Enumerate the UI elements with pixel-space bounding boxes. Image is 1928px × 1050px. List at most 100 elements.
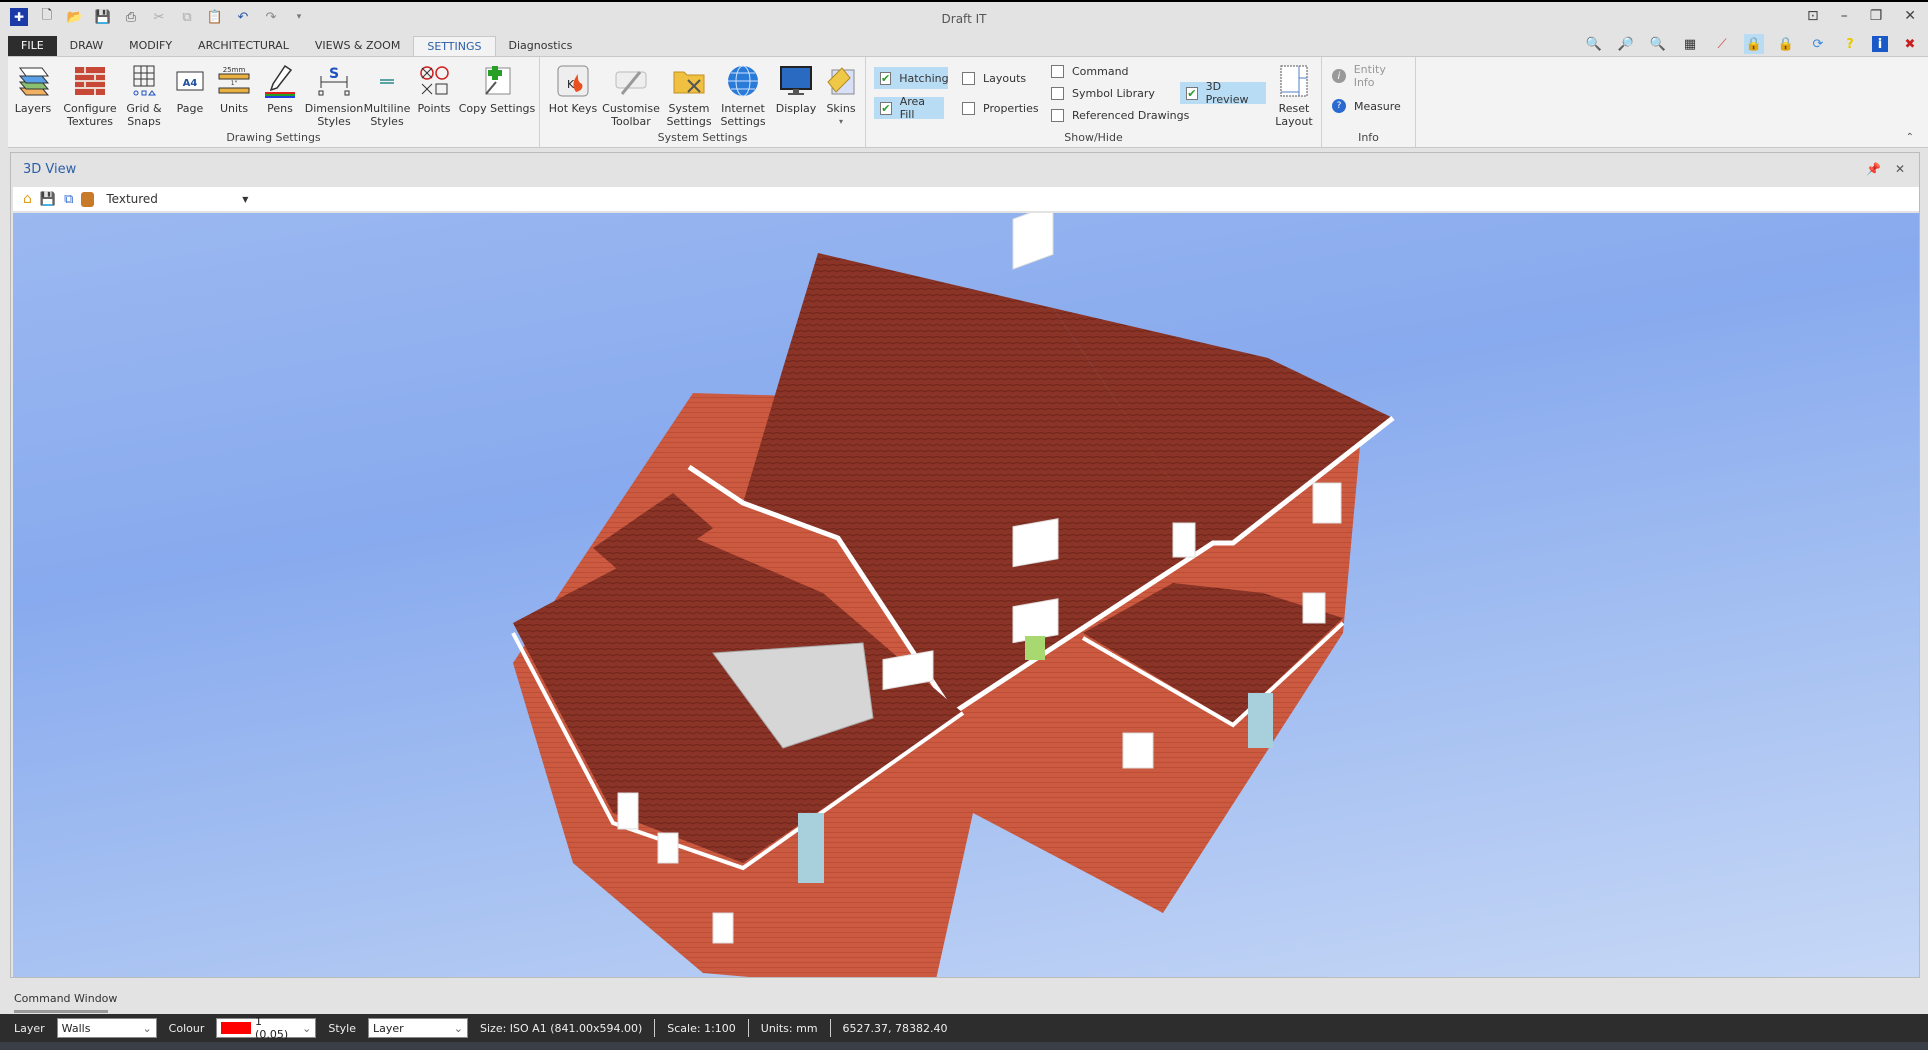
window-title: Draft IT — [941, 12, 987, 26]
referenced-drawings-label: Referenced Drawings — [1072, 108, 1190, 122]
house-3d-render — [511, 213, 1395, 977]
polar-lock-icon[interactable]: 🔒 — [1776, 34, 1796, 54]
colour-select[interactable]: 1 (0.05) ⌄ — [216, 1015, 317, 1041]
referenced-drawings-checkbox[interactable]: Referenced Drawings — [1045, 104, 1195, 126]
colour-value: 1 (0.05) — [255, 1015, 289, 1041]
style-chevron-icon: ⌄ — [453, 1021, 464, 1035]
3d-preview-checkbox[interactable]: ✔ 3D Preview — [1180, 80, 1266, 106]
dimension-styles-icon: S — [316, 63, 352, 99]
internet-settings-button[interactable]: Internet Settings — [716, 63, 770, 128]
hatching-checkbox[interactable]: ✔ Hatching — [874, 67, 949, 89]
tab-settings[interactable]: SETTINGS — [413, 36, 496, 56]
ortho-lock-icon[interactable]: 🔒 — [1744, 34, 1764, 54]
command-window-tab[interactable]: Command Window — [14, 992, 117, 1005]
zoom-all-icon[interactable]: 🔍 — [1648, 34, 1668, 54]
customise-toolbar-button[interactable]: Customise Toolbar — [602, 63, 660, 128]
layer-select[interactable]: Walls ⌄ — [56, 1018, 157, 1038]
pens-button[interactable]: Pens — [260, 63, 300, 115]
svg-text:25mm: 25mm — [223, 66, 246, 74]
texture-icon[interactable] — [81, 191, 95, 207]
hatching-check-icon: ✔ — [880, 71, 892, 85]
area-fill-checkbox[interactable]: ✔ Area Fill — [874, 95, 944, 121]
reset-layout-label: Reset Layout — [1275, 102, 1313, 128]
pens-label: Pens — [267, 102, 293, 115]
help-icon[interactable]: ? — [1840, 34, 1860, 54]
grid-snaps-button[interactable]: Grid & Snaps — [124, 63, 164, 128]
drawing-settings-group-label: Drawing Settings — [226, 131, 321, 144]
layouts-checkbox[interactable]: Layouts — [956, 67, 1032, 89]
chevron-down-icon: ▼ — [242, 194, 249, 204]
render-mode-dropdown[interactable]: Textured ▼ — [102, 189, 252, 209]
3d-preview-label: 3D Preview — [1205, 80, 1249, 106]
points-icon — [416, 63, 452, 99]
close-icon[interactable]: ✕ — [1904, 8, 1916, 24]
hot-keys-button[interactable]: K Hot Keys — [548, 63, 598, 115]
properties-box — [962, 101, 975, 115]
dimension-styles-label: Dimension Styles — [304, 102, 364, 128]
style-select[interactable]: Layer ⌄ — [368, 1018, 469, 1038]
system-settings-folder-icon — [671, 63, 707, 99]
tab-modify[interactable]: MODIFY — [116, 36, 185, 56]
copy-settings-button[interactable]: Copy Settings — [459, 63, 535, 115]
properties-checkbox[interactable]: Properties — [956, 97, 1045, 119]
pin-icon[interactable]: 📌 — [1866, 162, 1881, 176]
collapse-ribbon-icon[interactable]: ⌃ — [1906, 132, 1914, 143]
layers-button[interactable]: Layers — [14, 63, 52, 115]
grid-snaps-icon — [126, 63, 162, 99]
drawing-units: Units: mm — [760, 1021, 818, 1035]
symbol-library-checkbox[interactable]: Symbol Library — [1045, 82, 1161, 104]
measure-label: Measure — [1354, 99, 1401, 113]
panel-close-icon[interactable]: ✕ — [1895, 162, 1905, 176]
home-icon[interactable]: ⌂ — [23, 191, 32, 207]
units-button[interactable]: 25mm 1" Units — [214, 63, 254, 115]
skins-button[interactable]: Skins ▾ — [824, 63, 858, 128]
ribbon-display-icon[interactable]: ⊡ — [1807, 8, 1819, 24]
minimize-icon[interactable]: – — [1841, 8, 1848, 24]
reset-layout-button[interactable]: Reset Layout — [1272, 63, 1316, 128]
dimension-styles-button[interactable]: S Dimension Styles — [304, 63, 364, 128]
panel-title: 3D View — [23, 162, 77, 177]
3d-view-panel: 3D View 📌 ✕ ⌂ 💾 ⧉ Textured ▼ — [10, 152, 1920, 978]
page-button[interactable]: A4 Page — [170, 63, 210, 115]
grid-icon[interactable]: ▦ — [1680, 34, 1700, 54]
multiline-styles-icon — [369, 63, 405, 99]
tab-draw[interactable]: DRAW — [57, 36, 116, 56]
3d-viewport[interactable] — [13, 213, 1919, 977]
layer-label: Layer — [14, 1021, 45, 1035]
colour-label: Colour — [168, 1021, 205, 1035]
refresh-icon[interactable]: ⟳ — [1808, 34, 1828, 54]
configure-textures-button[interactable]: Configure Textures — [60, 63, 120, 128]
svg-text:A4: A4 — [183, 78, 198, 89]
layer-chevron-icon: ⌄ — [142, 1021, 152, 1035]
skins-dropdown-icon[interactable]: ▾ — [839, 115, 843, 128]
snap-icon[interactable]: ⟋ — [1712, 34, 1732, 54]
paper-size: Size: ISO A1 (841.00x594.00) — [480, 1021, 643, 1035]
status-bar: Layer Walls ⌄ Colour 1 (0.05) ⌄ Style La… — [0, 1014, 1928, 1042]
copy-view-icon[interactable]: ⧉ — [64, 192, 73, 207]
group-system-settings: K Hot Keys Customise Toolbar System Sett… — [540, 57, 866, 147]
brick-texture-icon — [72, 63, 108, 99]
zoom-extents-icon[interactable]: 🔎 — [1616, 34, 1636, 54]
tab-architectural[interactable]: ARCHITECTURAL — [185, 36, 302, 56]
display-button[interactable]: Display — [774, 63, 818, 115]
close-drawing-icon[interactable]: ✖ — [1900, 34, 1920, 54]
points-button[interactable]: Points — [414, 63, 454, 115]
zoom-window-icon[interactable]: 🔍 — [1584, 34, 1604, 54]
save-view-icon[interactable]: 💾 — [40, 192, 56, 207]
display-monitor-icon — [778, 63, 814, 99]
multiline-styles-label: Multiline Styles — [363, 102, 411, 128]
tab-views-zoom[interactable]: VIEWS & ZOOM — [302, 36, 414, 56]
restore-icon[interactable]: ❐ — [1870, 8, 1883, 24]
pens-icon — [262, 63, 298, 99]
tab-file[interactable]: FILE — [8, 36, 57, 56]
referenced-drawings-box — [1051, 108, 1064, 122]
command-checkbox[interactable]: Command — [1045, 60, 1135, 82]
about-icon[interactable]: i — [1872, 36, 1888, 52]
entity-info-button[interactable]: i Entity Info — [1326, 63, 1415, 89]
tab-diagnostics[interactable]: Diagnostics — [496, 36, 586, 56]
measure-button[interactable]: ? Measure — [1326, 95, 1407, 117]
entity-info-icon: i — [1332, 69, 1346, 83]
info-group-label: Info — [1358, 131, 1379, 144]
multiline-styles-button[interactable]: Multiline Styles — [364, 63, 410, 128]
system-settings-button[interactable]: System Settings — [664, 63, 714, 128]
